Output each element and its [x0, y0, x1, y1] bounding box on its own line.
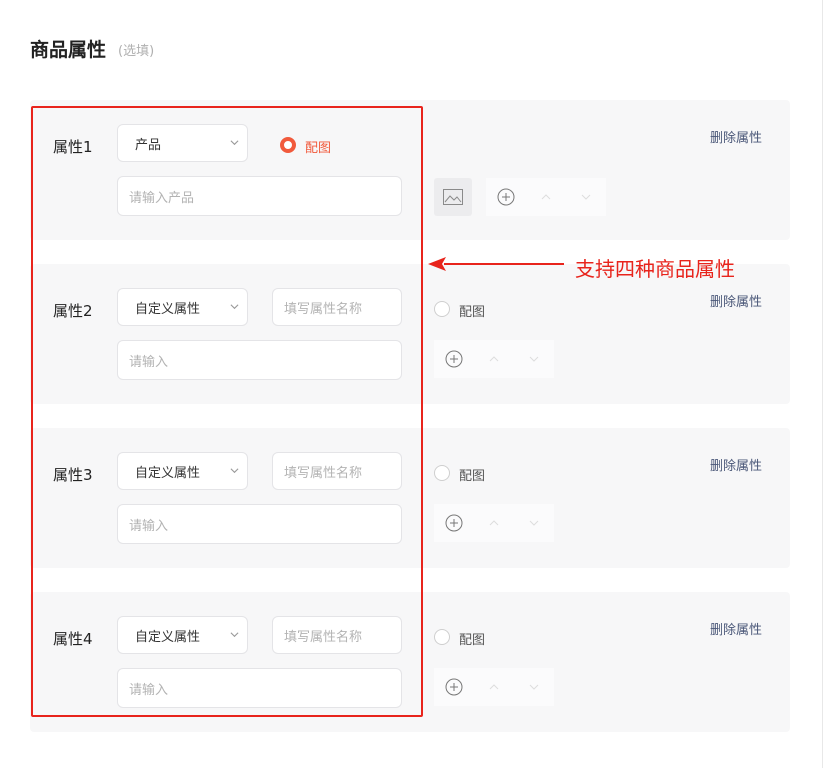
add-value-button[interactable]: [434, 504, 474, 542]
plus-circle-icon: [497, 188, 515, 206]
chevron-up-icon: [541, 194, 551, 200]
section-hint: (选填): [118, 44, 155, 59]
move-up-button[interactable]: [526, 178, 566, 216]
add-image-button[interactable]: [434, 178, 472, 216]
section-title: 商品属性: [30, 39, 107, 61]
chevron-up-icon: [489, 520, 499, 526]
move-up-button[interactable]: [474, 340, 514, 378]
move-down-button[interactable]: [514, 504, 554, 542]
image-option-label: 配图: [459, 633, 486, 648]
image-option-radio[interactable]: [434, 301, 450, 317]
delete-attribute-link[interactable]: 删除属性: [710, 619, 762, 638]
annotation-text: 支持四种商品属性: [575, 257, 735, 281]
image-option-label: 配图: [459, 305, 486, 320]
delete-attribute-link[interactable]: 删除属性: [710, 127, 762, 146]
move-up-button[interactable]: [474, 668, 514, 706]
image-option-label: 配图: [459, 469, 486, 484]
image-icon: [443, 189, 463, 205]
chevron-down-icon: [581, 194, 591, 200]
image-option-radio[interactable]: [434, 629, 450, 645]
add-value-button[interactable]: [434, 668, 474, 706]
value-controls: [434, 668, 554, 706]
chevron-up-icon: [489, 356, 499, 362]
annotation-highlight-box: [31, 106, 423, 717]
value-controls: [486, 178, 606, 216]
right-divider: [822, 0, 823, 768]
move-down-button[interactable]: [514, 668, 554, 706]
value-controls: [434, 340, 554, 378]
image-option-radio[interactable]: [434, 465, 450, 481]
chevron-down-icon: [529, 520, 539, 526]
value-controls: [434, 504, 554, 542]
plus-circle-icon: [445, 350, 463, 368]
plus-circle-icon: [445, 514, 463, 532]
move-down-button[interactable]: [514, 340, 554, 378]
move-up-button[interactable]: [474, 504, 514, 542]
add-value-button[interactable]: [486, 178, 526, 216]
delete-attribute-link[interactable]: 删除属性: [710, 291, 762, 310]
plus-circle-icon: [445, 678, 463, 696]
add-value-button[interactable]: [434, 340, 474, 378]
arrow-left-icon: [428, 257, 564, 271]
delete-attribute-link[interactable]: 删除属性: [710, 455, 762, 474]
chevron-up-icon: [489, 684, 499, 690]
chevron-down-icon: [529, 684, 539, 690]
move-down-button[interactable]: [566, 178, 606, 216]
chevron-down-icon: [529, 356, 539, 362]
